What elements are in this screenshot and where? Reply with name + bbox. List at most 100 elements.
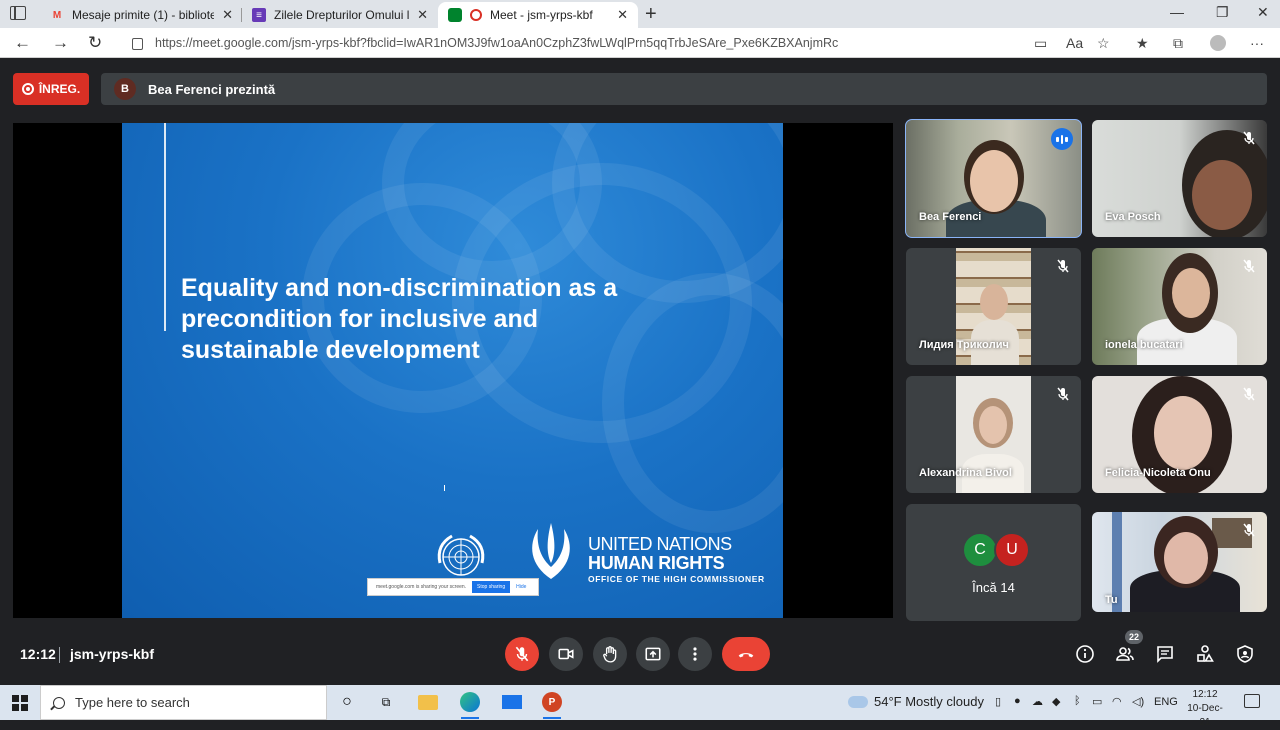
- hide-button[interactable]: Hide: [516, 584, 526, 590]
- restore-icon[interactable]: ❐: [1216, 4, 1229, 21]
- language-indicator[interactable]: ENG: [1154, 696, 1178, 708]
- close-tab-icon[interactable]: ✕: [617, 7, 628, 23]
- participant-tile[interactable]: Felicia-Nicoleta Onu: [1092, 376, 1267, 493]
- share-notice-text: meet.google.com is sharing your screen.: [376, 584, 467, 590]
- wifi-icon[interactable]: ◠: [1112, 695, 1122, 708]
- recording-badge[interactable]: ÎNREG.: [13, 73, 89, 105]
- read-aloud-icon[interactable]: Aa: [1066, 35, 1083, 51]
- mic-off-icon: [1243, 523, 1255, 537]
- raise-hand-button[interactable]: [593, 637, 627, 671]
- clock-date: 10-Dec-21: [1187, 703, 1223, 728]
- back-icon[interactable]: ←: [14, 33, 31, 53]
- tab-forms[interactable]: ≡ Zilele Drepturilor Omului la ULIM ✕: [242, 2, 438, 28]
- participants-button[interactable]: [1114, 643, 1136, 665]
- speaking-indicator-icon: [1051, 128, 1073, 150]
- lock-icon: [132, 38, 143, 50]
- more-vertical-icon: [693, 647, 697, 661]
- reload-icon[interactable]: ↻: [88, 33, 102, 53]
- org-line-1: UNITED NATIONS: [588, 534, 732, 554]
- volume-icon[interactable]: ◁): [1132, 695, 1144, 708]
- host-controls-button[interactable]: [1234, 643, 1256, 665]
- activities-button[interactable]: [1194, 643, 1216, 665]
- participant-name: ionela bucatari: [1105, 339, 1183, 351]
- participant-name: Eva Posch: [1105, 211, 1161, 223]
- camera-icon[interactable]: ▭: [1034, 35, 1047, 52]
- favorites-icon[interactable]: ★: [1136, 35, 1149, 52]
- close-tab-icon[interactable]: ✕: [417, 7, 428, 23]
- chat-icon: [1157, 646, 1173, 663]
- participant-avatar: U: [994, 532, 1030, 568]
- forms-icon: ≡: [252, 8, 266, 22]
- self-tile[interactable]: Tu: [1092, 512, 1267, 612]
- onedrive-icon[interactable]: ☁: [1032, 695, 1043, 708]
- recording-icon: [470, 9, 482, 21]
- mic-off-icon: [1243, 131, 1255, 145]
- slide-headline: Equality and non-discrimination as a pre…: [181, 274, 618, 364]
- profile-icon[interactable]: [1210, 35, 1226, 51]
- stop-sharing-button[interactable]: Stop sharing: [472, 581, 511, 593]
- minimize-icon[interactable]: —: [1170, 4, 1184, 20]
- favorite-add-icon[interactable]: ☆: [1097, 35, 1110, 52]
- hang-up-icon: [738, 653, 754, 658]
- battery-icon[interactable]: ▭: [1092, 695, 1102, 708]
- microphone-toggle[interactable]: [505, 637, 539, 671]
- tab-gmail[interactable]: M Mesaje primite (1) - biblioteca@ ✕: [40, 2, 243, 28]
- tray-app-icon[interactable]: ◆: [1052, 695, 1060, 708]
- leave-call-button[interactable]: [722, 637, 770, 671]
- participant-tile[interactable]: Eva Posch: [1092, 120, 1267, 237]
- presentation-stage: Equality and non-discrimination as a pre…: [13, 123, 893, 618]
- tray-device-icon[interactable]: ▯: [995, 695, 1001, 708]
- participant-name: Лидия Трикoлич: [919, 339, 1009, 351]
- more-options-button[interactable]: [678, 637, 712, 671]
- tab-actions-icon[interactable]: [10, 6, 26, 20]
- more-participants-tile[interactable]: C U Încă 14: [906, 504, 1081, 621]
- un-human-rights-logo: UNITED NATIONS HUMAN RIGHTS OFFICE OF TH…: [588, 535, 765, 585]
- participant-name: Tu: [1105, 594, 1118, 606]
- forward-icon[interactable]: →: [52, 33, 69, 53]
- close-tab-icon[interactable]: ✕: [222, 7, 233, 23]
- presentation-slide: Equality and non-discrimination as a pre…: [122, 123, 783, 618]
- menu-icon[interactable]: ···: [1250, 35, 1264, 51]
- presenter-text: Bea Ferenci prezintă: [148, 81, 276, 97]
- bluetooth-icon[interactable]: ᛒ: [1074, 695, 1081, 707]
- present-button[interactable]: [636, 637, 670, 671]
- url-text: https://meet.google.com/jsm-yrps-kbf?fbc…: [155, 36, 839, 50]
- meeting-code: jsm-yrps-kbf: [70, 646, 155, 662]
- mic-off-icon: [1057, 259, 1069, 273]
- camera-toggle[interactable]: [549, 637, 583, 671]
- url-field[interactable]: https://meet.google.com/jsm-yrps-kbf?fbc…: [122, 31, 1024, 55]
- taskbar-search[interactable]: Type here to search: [40, 685, 327, 720]
- task-view-icon[interactable]: ⧉: [374, 690, 398, 714]
- participant-avatar: C: [962, 532, 998, 568]
- activities-icon: [1197, 645, 1214, 662]
- tab-meet[interactable]: Meet - jsm-yrps-kbf ✕: [438, 2, 638, 28]
- file-explorer-icon[interactable]: [416, 690, 440, 714]
- notifications-icon[interactable]: [1244, 694, 1260, 708]
- collections-icon[interactable]: ⧉: [1173, 35, 1183, 52]
- org-line-3: OFFICE OF THE HIGH COMMISSIONER: [588, 574, 765, 584]
- search-placeholder: Type here to search: [75, 695, 190, 710]
- new-tab-button[interactable]: +: [645, 3, 657, 26]
- address-toolbar: ← → ↻ https://meet.google.com/jsm-yrps-k…: [0, 28, 1280, 58]
- chat-button[interactable]: [1154, 643, 1176, 665]
- system-clock[interactable]: 12:12 10-Dec-21: [1182, 688, 1228, 730]
- weather-text: 54°F Mostly cloudy: [874, 694, 984, 709]
- powerpoint-icon[interactable]: P: [540, 690, 564, 719]
- presenter-bar: B Bea Ferenci prezintă: [101, 73, 1267, 105]
- meeting-details-button[interactable]: [1074, 643, 1096, 665]
- meeting-time: 12:12: [20, 646, 56, 662]
- participant-tile[interactable]: ionela bucatari: [1092, 248, 1267, 365]
- cortana-icon[interactable]: ○: [335, 690, 359, 714]
- windows-start-icon[interactable]: [12, 695, 28, 711]
- participant-tile[interactable]: Bea Ferenci: [905, 119, 1082, 238]
- edge-icon[interactable]: [458, 690, 482, 719]
- participant-name: Bea Ferenci: [919, 211, 982, 223]
- participant-tile[interactable]: Alexandrina Bivol: [906, 376, 1081, 493]
- participant-tile[interactable]: Лидия Трикoлич: [906, 248, 1081, 365]
- mail-icon[interactable]: [500, 690, 524, 714]
- tray-mic-icon[interactable]: ●: [1014, 695, 1021, 707]
- screen-share-notice: meet.google.com is sharing your screen. …: [367, 578, 539, 596]
- tab-title: Zilele Drepturilor Omului la ULIM: [274, 8, 410, 22]
- close-window-icon[interactable]: ✕: [1257, 4, 1269, 21]
- weather-widget[interactable]: 54°F Mostly cloudy: [845, 691, 984, 709]
